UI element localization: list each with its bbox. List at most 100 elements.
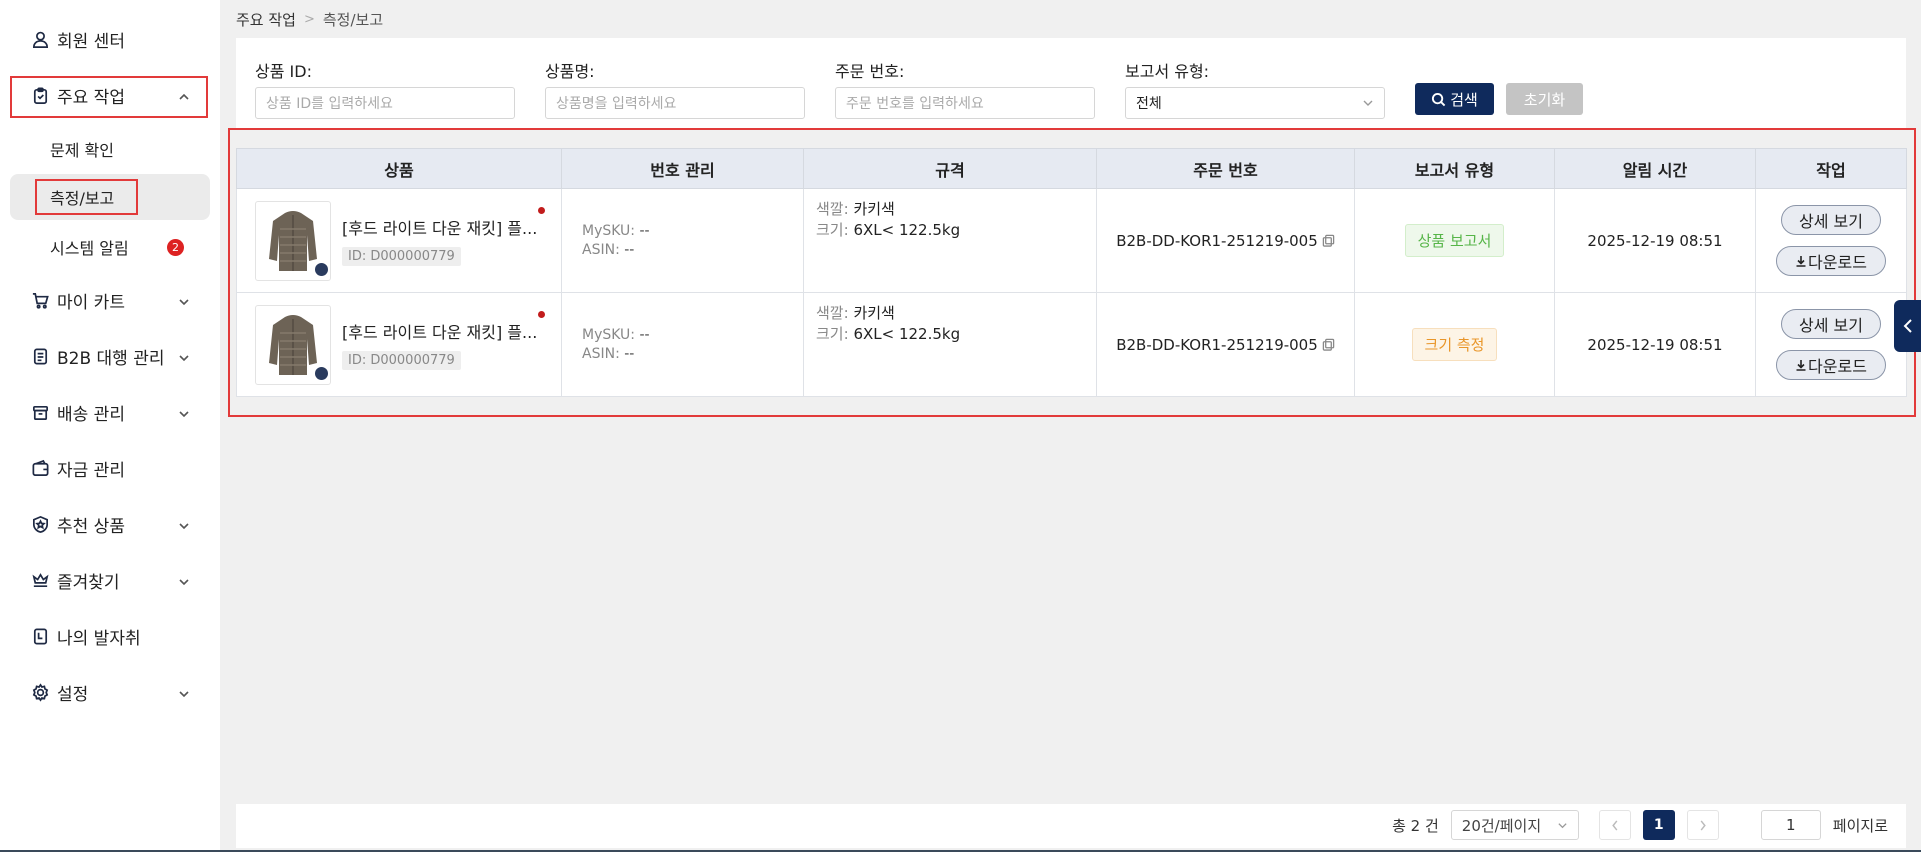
filter-product-id: 상품 ID: 상품 ID를 입력하세요 [255, 58, 515, 119]
nav-label: 주요 작업 [57, 87, 125, 108]
report-type-value: 전체 [1136, 96, 1162, 112]
nav-my-footprint[interactable]: 나의 발자취 [10, 613, 210, 659]
product-name-input[interactable]: 상품명을 입력하세요 [545, 87, 805, 119]
spec-cell: 색깔: 카키색 크기: 6XL< 122.5kg [803, 292, 1097, 397]
view-detail-button[interactable]: 상세 보기 [1781, 205, 1881, 235]
chevron-down-icon [178, 517, 190, 530]
report-type-tag: 상품 보고서 [1404, 224, 1505, 257]
jacket-image [269, 314, 317, 375]
breadcrumb-separator: > [303, 12, 315, 27]
column-header: 보고서 유형 [1354, 148, 1555, 189]
actions-cell: 상세 보기 다운로드 [1755, 188, 1907, 293]
download-label: 다운로드 [1808, 357, 1867, 376]
filter-label: 주문 번호: [835, 62, 905, 81]
nav-shipping[interactable]: 배송 관리 [10, 389, 210, 435]
nav-my-cart[interactable]: 마이 카트 [10, 277, 210, 323]
nav-label: 즐겨찾기 [57, 572, 120, 593]
order-no: B2B-DD-KOR1-251219-005 [1116, 231, 1318, 250]
nav-favorites[interactable]: 즐겨찾기 [10, 557, 210, 603]
order-no-input[interactable]: 주문 번호를 입력하세요 [835, 87, 1095, 119]
footprint-icon [30, 626, 50, 646]
order-no-cell: B2B-DD-KOR1-251219-005 [1096, 188, 1355, 293]
nav-member-center[interactable]: 회원 센터 [10, 16, 210, 62]
breadcrumb-root[interactable]: 주요 작업 [236, 9, 296, 30]
download-label: 다운로드 [1808, 253, 1867, 272]
sub-item-label: 측정/보고 [50, 189, 115, 208]
chevron-down-icon [178, 293, 190, 306]
clipboard-icon [30, 85, 50, 105]
chevron-right-icon [1700, 819, 1706, 831]
mysku-label: MySKU: [582, 222, 636, 239]
filter-report-type: 보고서 유형: 전체 [1125, 58, 1385, 119]
document-icon [30, 346, 50, 366]
product-name[interactable]: [후드 라이트 다운 재킷] 플... [342, 215, 542, 239]
color-label: 색깔: [816, 304, 849, 322]
product-thumbnail[interactable] [255, 200, 331, 281]
reset-button[interactable]: 초기화 [1506, 83, 1583, 115]
download-button[interactable]: 다운로드 [1776, 350, 1886, 380]
brand-icon [313, 364, 330, 382]
download-button[interactable]: 다운로드 [1776, 246, 1886, 276]
copy-icon[interactable] [1322, 338, 1335, 351]
product-id-input[interactable]: 상품 ID를 입력하세요 [255, 87, 515, 119]
nav-label: 회원 센터 [57, 31, 125, 52]
mysku-value: -- [639, 222, 650, 239]
filter-product-name: 상품명: 상품명을 입력하세요 [545, 58, 805, 119]
mysku-label: MySKU: [582, 326, 636, 343]
product-thumbnail[interactable] [255, 304, 331, 385]
report-type-cell: 크기 측정 [1354, 292, 1555, 397]
nav-label: 마이 카트 [57, 292, 125, 313]
download-icon [1796, 360, 1806, 371]
nav-label: 나의 발자취 [57, 628, 141, 649]
wallet-icon [30, 458, 50, 478]
column-header: 주문 번호 [1096, 148, 1355, 189]
collapse-panel-tab[interactable] [1894, 300, 1921, 352]
page-jump-input[interactable]: 1 [1760, 810, 1821, 840]
search-button[interactable]: 검색 [1415, 83, 1494, 115]
column-header: 작업 [1755, 148, 1907, 189]
report-type-tag: 크기 측정 [1411, 328, 1498, 361]
column-header: 알림 시간 [1554, 148, 1756, 189]
nav-recommended[interactable]: 추천 상품 [10, 501, 210, 547]
column-header: 번호 관리 [561, 148, 804, 189]
unread-dot [538, 207, 545, 214]
search-icon [1432, 92, 1446, 106]
report-type-select[interactable]: 전체 [1125, 87, 1385, 119]
copy-icon[interactable] [1322, 234, 1335, 247]
nav-main-tasks[interactable]: 주요 작업 [10, 72, 210, 118]
cart-icon [30, 290, 50, 310]
page-size-select[interactable]: 20건/페이지 [1450, 810, 1579, 840]
order-no: B2B-DD-KOR1-251219-005 [1116, 335, 1318, 354]
color-label: 색깔: [816, 200, 849, 218]
view-detail-button[interactable]: 상세 보기 [1781, 309, 1881, 339]
shield-star-icon [30, 514, 50, 534]
report-type-cell: 상품 보고서 [1354, 188, 1555, 293]
table-row: [후드 라이트 다운 재킷] 플... ID: D000000779 MySKU… [236, 188, 1907, 293]
total-count: 총 2 건 [1392, 816, 1439, 835]
chevron-up-icon [178, 88, 190, 100]
chevron-down-icon [178, 349, 190, 362]
nav-b2b-agency[interactable]: B2B 대행 관리 [10, 333, 210, 379]
page-number-current[interactable]: 1 [1642, 810, 1675, 840]
nav-funds[interactable]: 자금 관리 [10, 445, 210, 491]
asin-value: -- [624, 345, 635, 362]
asin-label: ASIN: [582, 345, 620, 362]
column-header: 규격 [803, 148, 1097, 189]
box-icon [30, 402, 50, 422]
number-mgmt-cell: MySKU: -- ASIN: -- [561, 188, 804, 293]
filter-label: 상품 ID: [255, 62, 312, 81]
sub-item-system-alerts[interactable]: 시스템 알림 2 [10, 224, 210, 270]
mysku-value: -- [639, 326, 650, 343]
next-page-button[interactable] [1686, 810, 1719, 840]
prev-page-button[interactable] [1598, 810, 1631, 840]
sub-item-measure-report[interactable]: 측정/보고 [10, 174, 210, 220]
nav-settings[interactable]: 설정 [10, 669, 210, 715]
notification-badge: 2 [167, 239, 184, 256]
breadcrumb: 주요 작업 > 측정/보고 [236, 9, 383, 30]
sub-item-issue-check[interactable]: 문제 확인 [10, 126, 210, 172]
column-header: 상품 [236, 148, 562, 189]
order-no-cell: B2B-DD-KOR1-251219-005 [1096, 292, 1355, 397]
size-label: 크기: [816, 325, 849, 343]
product-name[interactable]: [후드 라이트 다운 재킷] 플... [342, 319, 542, 343]
filter-label: 보고서 유형: [1125, 62, 1210, 81]
